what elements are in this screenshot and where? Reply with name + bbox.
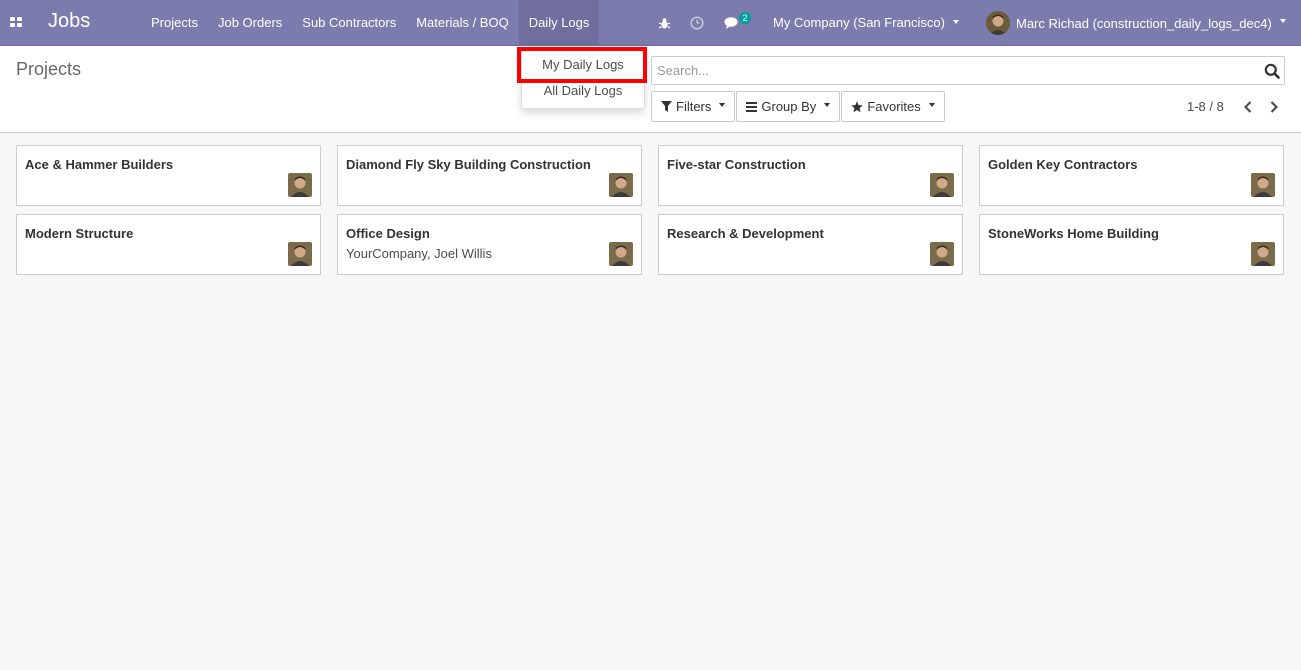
search-bar <box>651 56 1285 85</box>
avatar <box>930 242 954 266</box>
dropdown-item-all-daily-logs[interactable]: All Daily Logs <box>522 78 644 104</box>
kanban-view: Ace & Hammer Builders Diamond Fly Sky Bu… <box>16 145 1285 275</box>
project-title: Research & Development <box>667 226 824 241</box>
company-name: My Company (San Francisco) <box>773 15 945 30</box>
project-title: Diamond Fly Sky Building Construction <box>346 157 591 172</box>
chevron-down-icon <box>928 102 935 107</box>
search-options: Filters Group By Favorites <box>651 91 946 122</box>
debug-bug-icon[interactable] <box>658 0 671 46</box>
daily-logs-dropdown: My Daily Logs All Daily Logs <box>521 46 645 109</box>
filters-label: Filters <box>676 99 712 114</box>
search-input[interactable] <box>657 57 1247 84</box>
chevron-right-icon <box>1270 100 1278 113</box>
project-title: Five-star Construction <box>667 157 806 172</box>
menu-item-projects[interactable]: Projects <box>141 0 208 46</box>
avatar <box>609 242 633 266</box>
messages-count-badge: 2 <box>739 12 751 24</box>
project-card[interactable]: Modern Structure <box>16 214 321 275</box>
company-switcher[interactable]: My Company (San Francisco) <box>773 0 959 46</box>
project-title: Ace & Hammer Builders <box>25 157 174 172</box>
pager-previous-button[interactable] <box>1238 97 1258 117</box>
avatar <box>1251 173 1275 197</box>
project-card[interactable]: Diamond Fly Sky Building Construction <box>337 145 642 206</box>
avatar <box>1251 242 1275 266</box>
menu-item-daily-logs[interactable]: Daily Logs <box>518 0 600 46</box>
avatar <box>609 173 633 197</box>
breadcrumb: Projects <box>16 59 82 79</box>
project-card[interactable]: Research & Development <box>658 214 963 275</box>
project-subtitle: YourCompany, Joel Willis <box>346 246 492 261</box>
pager-value[interactable]: 1-8 / 8 <box>1187 99 1224 114</box>
project-title: Office Design <box>346 226 430 241</box>
main-menu: Projects Job Orders Sub Contractors Mate… <box>141 0 600 46</box>
favorites-label: Favorites <box>867 99 921 114</box>
chevron-down-icon <box>719 102 726 107</box>
avatar <box>288 242 312 266</box>
user-menu[interactable]: Marc Richad (construction_daily_logs_dec… <box>986 0 1286 46</box>
project-card[interactable]: Ace & Hammer Builders <box>16 145 321 206</box>
control-panel: Projects Filters Group By Favorites 1-8 … <box>0 46 1301 133</box>
menu-item-job-orders[interactable]: Job Orders <box>208 0 292 46</box>
project-card[interactable]: Office Design YourCompany, Joel Willis <box>337 214 642 275</box>
search-icon[interactable] <box>1264 63 1280 82</box>
chevron-down-icon <box>824 102 831 107</box>
favorites-button[interactable]: Favorites <box>841 91 945 122</box>
project-title: Golden Key Contractors <box>988 157 1138 172</box>
messages-chat-icon[interactable]: 2 <box>724 0 751 46</box>
avatar <box>930 173 954 197</box>
avatar <box>288 173 312 197</box>
dropdown-item-my-daily-logs[interactable]: My Daily Logs <box>522 52 644 78</box>
avatar <box>986 11 1010 35</box>
group-by-label: Group By <box>761 99 817 114</box>
app-title: Jobs <box>48 10 91 32</box>
list-icon <box>746 101 758 112</box>
filters-button[interactable]: Filters <box>651 91 736 122</box>
project-card[interactable]: StoneWorks Home Building <box>979 214 1284 275</box>
filter-icon <box>661 101 672 112</box>
apps-menu-icon[interactable] <box>10 17 22 27</box>
project-title: Modern Structure <box>25 226 134 241</box>
pager-next-button[interactable] <box>1264 97 1284 117</box>
pager: 1-8 / 8 <box>1187 91 1290 122</box>
project-title: StoneWorks Home Building <box>988 226 1159 241</box>
chevron-down-icon <box>952 19 959 24</box>
menu-item-materials-boq[interactable]: Materials / BOQ <box>406 0 518 46</box>
activity-clock-icon[interactable] <box>690 0 704 46</box>
project-card[interactable]: Golden Key Contractors <box>979 145 1284 206</box>
user-name: Marc Richad (construction_daily_logs_dec… <box>1016 15 1272 31</box>
chevron-down-icon <box>1279 19 1286 23</box>
chevron-left-icon <box>1243 100 1252 113</box>
menu-item-sub-contractors[interactable]: Sub Contractors <box>292 0 406 46</box>
group-by-button[interactable]: Group By <box>736 91 841 122</box>
project-card[interactable]: Five-star Construction <box>658 145 963 206</box>
star-icon <box>851 100 864 112</box>
top-navbar: Jobs Projects Job Orders Sub Contractors… <box>0 0 1301 46</box>
